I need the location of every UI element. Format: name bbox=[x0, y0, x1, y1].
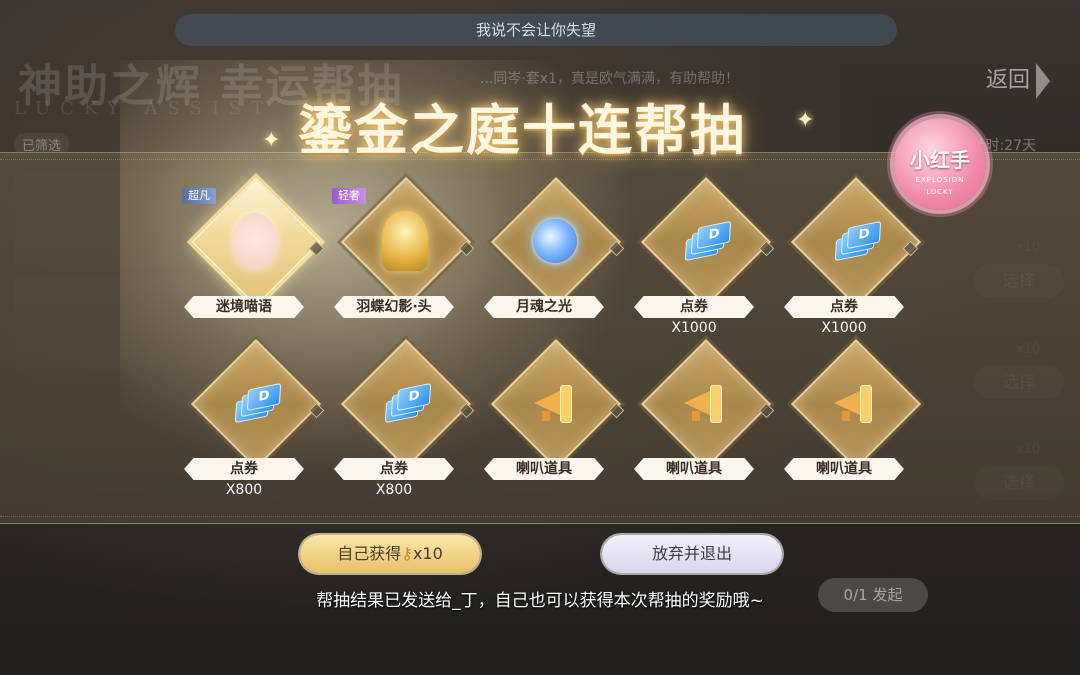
coupon-icon: D bbox=[674, 210, 736, 272]
reward-name: 迷境喵语 bbox=[184, 296, 304, 318]
back-label: 返回 bbox=[985, 68, 1030, 93]
event-subtitle: LUCKY ASSIST bbox=[14, 98, 274, 119]
reward-name: 月魂之光 bbox=[484, 296, 604, 318]
self-obtain-label: 自己获得 bbox=[337, 544, 402, 563]
reward-name: 点券 bbox=[784, 296, 904, 318]
quit-button[interactable]: 放弃并退出 bbox=[602, 535, 782, 573]
reward-quantity: X1000 bbox=[821, 320, 867, 336]
reward-item[interactable]: D 点券 X1000 bbox=[780, 176, 930, 338]
reward-name: 喇叭道具 bbox=[784, 458, 904, 480]
reward-name: 喇叭道具 bbox=[484, 458, 604, 480]
reward-quantity: X800 bbox=[375, 482, 413, 498]
badge-subtext: EXPLOSION bbox=[915, 176, 965, 184]
sparkle-icon: ✦ bbox=[796, 108, 815, 133]
reward-item[interactable]: 轻奢 羽蝶幻影·头 bbox=[330, 176, 480, 338]
reward-item[interactable]: D 点券 X1000 bbox=[630, 176, 780, 338]
reward-item[interactable]: 喇叭道具 bbox=[480, 338, 630, 500]
reward-quantity: X800 bbox=[225, 482, 263, 498]
horn-icon bbox=[674, 372, 736, 434]
reward-item[interactable]: D 点券 X800 bbox=[180, 338, 330, 500]
reward-name: 喇叭道具 bbox=[634, 458, 754, 480]
status-banner: 我说不会让你失望 bbox=[175, 14, 897, 46]
result-message: 帮抽结果已发送给_丁，自己也可以获得本次帮抽的奖励哦~ bbox=[316, 591, 764, 611]
reward-item[interactable]: 喇叭道具 bbox=[630, 338, 780, 500]
reward-item[interactable]: D 点券 X800 bbox=[330, 338, 480, 500]
rarity-tag: 轻奢 bbox=[332, 188, 366, 204]
bg-notice: ...同岑·套x1，真是欧气满满，有助帮助！ bbox=[480, 71, 739, 87]
back-button[interactable]: 返回 bbox=[986, 62, 1050, 99]
hair-icon bbox=[374, 210, 436, 272]
coupon-icon: D bbox=[374, 372, 436, 434]
makeup-face-icon bbox=[224, 210, 286, 272]
self-obtain-button[interactable]: 自己获得⚷x10 bbox=[300, 535, 480, 573]
reward-name: 羽蝶幻影·头 bbox=[334, 296, 454, 318]
horn-icon bbox=[824, 372, 886, 434]
reward-quantity: X1000 bbox=[671, 320, 717, 336]
badge-text: 小红手 bbox=[910, 148, 970, 172]
chevron-right-icon bbox=[1036, 63, 1050, 99]
reward-name: 点券 bbox=[634, 296, 754, 318]
moon-orb-icon bbox=[524, 210, 586, 272]
reward-item[interactable]: 超凡 迷境喵语 bbox=[180, 176, 330, 338]
coupon-icon: D bbox=[824, 210, 886, 272]
horn-icon bbox=[524, 372, 586, 434]
key-icon: ⚷ bbox=[401, 544, 413, 563]
reward-item[interactable]: 喇叭道具 bbox=[780, 338, 930, 500]
rarity-tag: 超凡 bbox=[182, 188, 216, 204]
reward-name: 点券 bbox=[184, 458, 304, 480]
reward-item[interactable]: 月魂之光 bbox=[480, 176, 630, 338]
coupon-icon: D bbox=[224, 372, 286, 434]
reward-name: 点券 bbox=[334, 458, 454, 480]
self-obtain-count: x10 bbox=[412, 544, 443, 563]
overlay-title: 鎏金之庭十连帮抽 bbox=[298, 98, 746, 162]
sparkle-icon: ✦ bbox=[262, 128, 281, 153]
